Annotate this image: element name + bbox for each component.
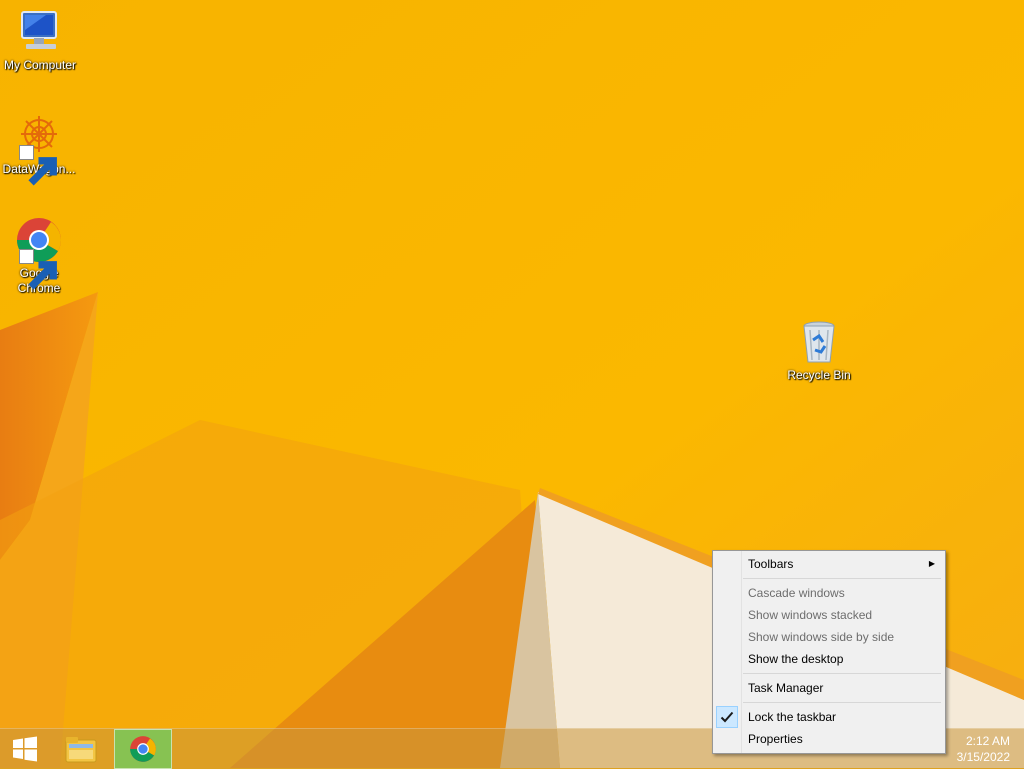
menu-separator — [743, 673, 941, 674]
menu-item-label: Lock the taskbar — [748, 710, 837, 724]
menu-item-cascade-windows: Cascade windows — [715, 582, 943, 604]
desktop-icon-datawagon[interactable]: DataWagon... — [0, 112, 79, 186]
clock-date: 3/15/2022 — [956, 750, 1010, 764]
chrome-icon — [130, 736, 156, 762]
menu-item-label: Show windows stacked — [748, 608, 873, 622]
menu-separator — [743, 702, 941, 703]
menu-item-label: Task Manager — [748, 681, 824, 695]
menu-item-label: Cascade windows — [748, 586, 845, 600]
menu-item-lock-the-taskbar[interactable]: Lock the taskbar — [715, 706, 943, 728]
computer-icon — [16, 8, 64, 56]
menu-item-show-windows-stacked: Show windows stacked — [715, 604, 943, 626]
menu-separator — [743, 578, 941, 579]
menu-item-toolbars[interactable]: Toolbars ▶ — [715, 553, 943, 575]
desktop-icon-my-computer[interactable]: My Computer — [0, 8, 80, 73]
menu-item-show-the-desktop[interactable]: Show the desktop — [715, 648, 943, 670]
shortcut-arrow-icon — [19, 249, 57, 290]
menu-item-label: Show windows side by side — [748, 630, 895, 644]
taskbar-file-explorer-button[interactable] — [58, 729, 104, 769]
shortcut-arrow-icon — [19, 145, 57, 186]
taskbar-chrome-button[interactable] — [114, 729, 172, 769]
submenu-arrow-icon: ▶ — [928, 559, 935, 568]
desktop-icon-label: My Computer — [3, 58, 77, 72]
taskbar-clock[interactable]: 2:12 AM 3/15/2022 — [940, 733, 1010, 765]
clock-time: 2:12 AM — [965, 734, 1010, 748]
menu-item-properties[interactable]: Properties — [715, 728, 943, 750]
desktop-icon-recycle-bin[interactable]: Recycle Bin — [779, 318, 859, 383]
datawagon-icon — [15, 112, 63, 186]
folder-icon — [65, 737, 97, 763]
checkmark-icon — [716, 706, 738, 728]
desktop-icon-google-chrome[interactable]: Google Chrome — [0, 216, 79, 296]
recycle-bin-icon — [795, 318, 843, 366]
menu-item-task-manager[interactable]: Task Manager — [715, 677, 943, 699]
taskbar-context-menu: Toolbars ▶ Cascade windows Show windows … — [712, 550, 946, 754]
start-button[interactable] — [0, 729, 50, 769]
chrome-icon — [15, 216, 63, 290]
menu-item-label: Show the desktop — [748, 652, 844, 666]
menu-item-show-windows-side-by-side: Show windows side by side — [715, 626, 943, 648]
menu-item-label: Properties — [748, 732, 803, 746]
desktop-icon-label: Recycle Bin — [787, 368, 851, 382]
menu-item-label: Toolbars — [748, 557, 794, 571]
windows-logo-icon — [13, 736, 37, 762]
